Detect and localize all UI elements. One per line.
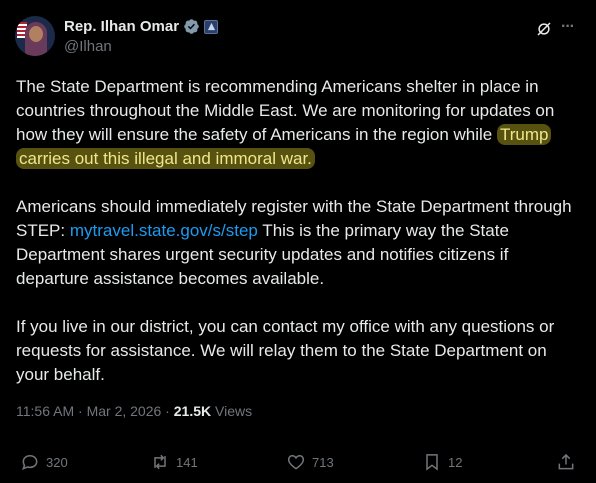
repost-icon: [154, 454, 166, 470]
verified-badge-icon[interactable]: [183, 18, 200, 35]
views-label: Views: [211, 403, 253, 419]
bookmark-count: 12: [448, 454, 463, 470]
repost-count: 141: [176, 454, 198, 470]
post-paragraph-2: Americans should immediately register wi…: [16, 195, 582, 291]
repost-button[interactable]: 141: [150, 452, 198, 472]
reply-button[interactable]: 320: [20, 452, 68, 472]
post-date[interactable]: Mar 2, 2026: [87, 403, 162, 419]
more-icon[interactable]: ···: [561, 18, 579, 36]
author-handle[interactable]: @Ilhan: [64, 38, 112, 55]
bookmark-button[interactable]: 12: [422, 452, 462, 472]
like-count: 713: [312, 454, 334, 470]
government-badge-icon[interactable]: [204, 19, 219, 34]
post-paragraph-1: The State Department is recommending Ame…: [16, 75, 582, 171]
views-count[interactable]: 21.5K: [174, 403, 211, 419]
separator: ·: [74, 403, 87, 419]
heart-icon: [287, 454, 305, 470]
post-header: Rep. Ilhan Omar @Ilhan ···: [15, 16, 581, 56]
grok-icon[interactable]: [535, 20, 553, 38]
post-text: If you live in our district, you can con…: [16, 317, 555, 384]
share-icon: [558, 453, 574, 470]
action-bar: 320 141 713 12: [20, 452, 576, 474]
bookmark-icon: [426, 454, 438, 471]
step-link[interactable]: mytravel.state.gov/s/step: [70, 221, 258, 240]
post-time[interactable]: 11:56 AM: [16, 403, 74, 419]
like-button[interactable]: 713: [286, 452, 334, 472]
reply-icon: [22, 454, 38, 471]
post-body: The State Department is recommending Ame…: [16, 75, 582, 411]
share-button[interactable]: [556, 452, 576, 472]
reply-count: 320: [46, 454, 68, 470]
author-name-row: Rep. Ilhan Omar: [64, 18, 219, 35]
separator: ·: [161, 403, 174, 419]
post-text: The State Department is recommending Ame…: [16, 77, 555, 144]
post-paragraph-3: If you live in our district, you can con…: [16, 315, 582, 387]
avatar[interactable]: [15, 16, 55, 56]
avatar-face: [29, 26, 43, 42]
post-meta: 11:56 AM · Mar 2, 2026 · 21.5K Views: [16, 403, 252, 419]
author-name[interactable]: Rep. Ilhan Omar: [64, 18, 179, 35]
